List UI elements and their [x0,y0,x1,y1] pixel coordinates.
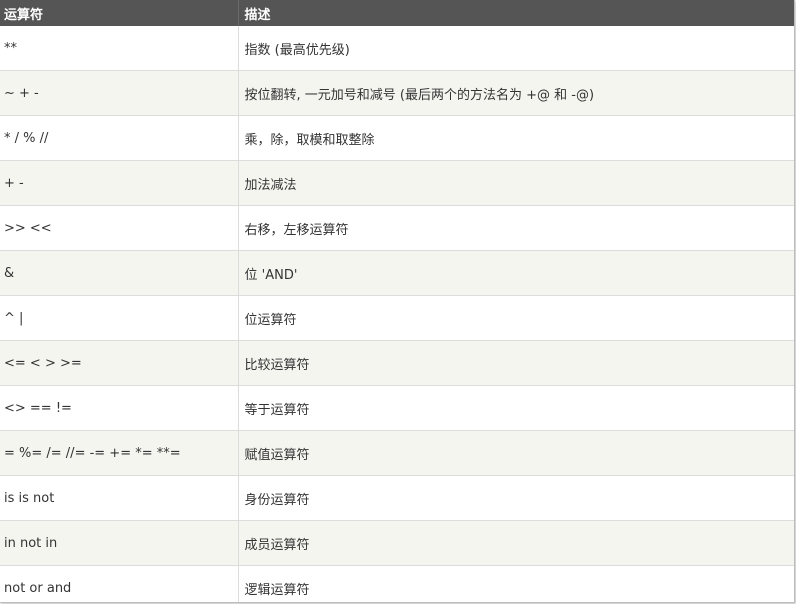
description-cell: 乘，除，取模和取整除 [238,115,794,161]
operator-cell: <= < > >= [0,340,239,386]
operator-cell: ~ + - [0,70,239,116]
operator-precedence-table: 运算符 描述 ** 指数 (最高优先级) ~ + - 按位翻转, 一元加号和减号… [0,0,794,602]
operator-cell: * / % // [0,115,239,161]
table-row: * / % // 乘，除，取模和取整除 [0,115,794,161]
description-cell: 右移，左移运算符 [238,205,794,251]
description-cell: 位运算符 [238,295,794,341]
table-row: <= < > >= 比较运算符 [0,340,794,386]
description-cell: 位 'AND' [238,250,794,296]
table-row: + - 加法减法 [0,160,794,206]
table-row: ** 指数 (最高优先级) [0,26,794,71]
operator-cell: >> << [0,205,239,251]
table-row: & 位 'AND' [0,250,794,296]
operator-cell: & [0,250,239,296]
table-body: ** 指数 (最高优先级) ~ + - 按位翻转, 一元加号和减号 (最后两个的… [0,26,794,602]
table-row: ~ + - 按位翻转, 一元加号和减号 (最后两个的方法名为 +@ 和 -@) [0,70,794,116]
description-cell: 等于运算符 [238,385,794,431]
description-cell: 逻辑运算符 [238,565,794,602]
description-cell: 按位翻转, 一元加号和减号 (最后两个的方法名为 +@ 和 -@) [238,70,794,116]
operator-cell: <> == != [0,385,239,431]
operator-cell: not or and [0,565,239,602]
description-cell: 比较运算符 [238,340,794,386]
description-cell: 赋值运算符 [238,430,794,476]
operator-cell: is is not [0,475,239,521]
header-operator: 运算符 [0,0,239,26]
table-row: >> << 右移，左移运算符 [0,205,794,251]
header-description: 描述 [238,0,794,26]
table-row: <> == != 等于运算符 [0,385,794,431]
table-row: in not in 成员运算符 [0,520,794,566]
description-cell: 指数 (最高优先级) [238,26,794,71]
table-row: not or and 逻辑运算符 [0,565,794,602]
table-row: is is not 身份运算符 [0,475,794,521]
operator-cell: + - [0,160,239,206]
operator-cell: in not in [0,520,239,566]
description-cell: 身份运算符 [238,475,794,521]
description-cell: 成员运算符 [238,520,794,566]
operator-table-frame: 运算符 描述 ** 指数 (最高优先级) ~ + - 按位翻转, 一元加号和减号… [0,0,795,603]
table-header: 运算符 描述 [0,0,794,26]
operator-cell: = %= /= //= -= += *= **= [0,430,239,476]
description-cell: 加法减法 [238,160,794,206]
table-row: = %= /= //= -= += *= **= 赋值运算符 [0,430,794,476]
operator-cell: ^ | [0,295,239,341]
operator-cell: ** [0,26,239,71]
header-row: 运算符 描述 [0,0,794,26]
table-row: ^ | 位运算符 [0,295,794,341]
